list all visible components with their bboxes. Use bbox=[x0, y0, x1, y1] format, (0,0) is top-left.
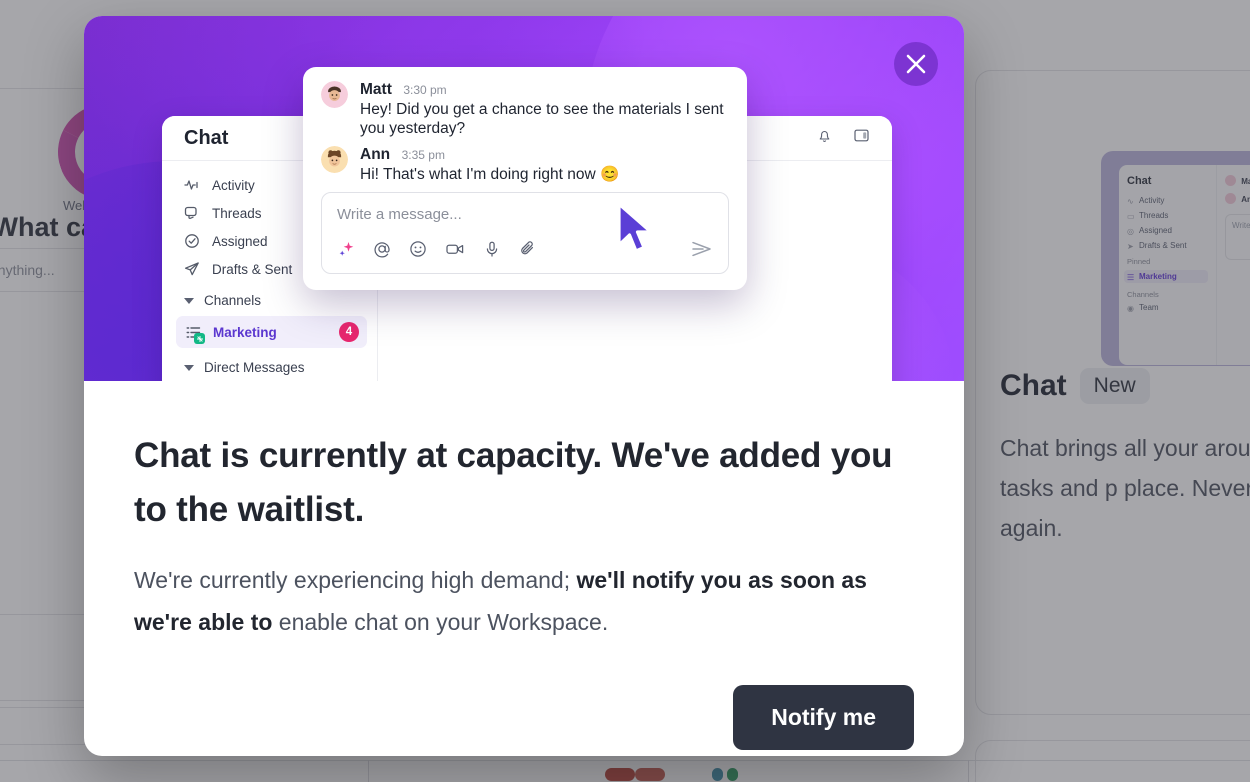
sidebar-item-label: Activity bbox=[212, 177, 255, 193]
sidebar-item-marketing[interactable]: Marketing 4 bbox=[176, 316, 367, 348]
activity-pulse-icon bbox=[184, 177, 200, 193]
modal-actions: Notify me bbox=[134, 685, 914, 750]
waitlist-modal: Chat Activity Threads Assigned Drafts & … bbox=[84, 16, 964, 756]
avatar bbox=[321, 146, 348, 173]
sidebar-item-label: Threads bbox=[212, 205, 262, 221]
emoji-icon[interactable] bbox=[409, 240, 427, 263]
modal-hero: Chat Activity Threads Assigned Drafts & … bbox=[84, 16, 964, 381]
bell-icon[interactable] bbox=[816, 127, 833, 149]
sidebar-group-direct-messages[interactable]: Direct Messages bbox=[162, 350, 377, 381]
chat-message-sender: Matt bbox=[360, 81, 392, 98]
chat-message-text: Hey! Did you get a chance to see the mat… bbox=[360, 101, 724, 137]
assigned-check-icon bbox=[184, 233, 200, 249]
modal-subtitle: We're currently experiencing high demand… bbox=[134, 559, 914, 643]
modal-body: Chat is currently at capacity. We've add… bbox=[84, 381, 964, 750]
sidebar-group-label: Direct Messages bbox=[204, 360, 305, 375]
channel-list-icon bbox=[184, 323, 205, 344]
sidebar-group-label: Channels bbox=[204, 293, 262, 308]
chevron-down-icon bbox=[184, 297, 194, 304]
float-message-head: Ann 3:35 pm bbox=[360, 146, 619, 164]
notify-me-button[interactable]: Notify me bbox=[733, 685, 914, 750]
modal-subtitle-part: We're currently experiencing high demand… bbox=[134, 567, 577, 593]
cursor-arrow-icon bbox=[612, 201, 658, 262]
microphone-icon[interactable] bbox=[483, 240, 501, 263]
float-message-head: Matt 3:30 pm bbox=[360, 81, 728, 99]
video-icon[interactable] bbox=[445, 240, 465, 263]
sidebar-item-label: Marketing bbox=[213, 324, 277, 340]
channel-sub-badge-icon bbox=[194, 333, 205, 344]
float-message-body: Matt 3:30 pm Hey! Did you get a chance t… bbox=[360, 81, 728, 138]
attachment-icon[interactable] bbox=[519, 240, 537, 263]
message-composer[interactable]: Write a message... bbox=[321, 192, 729, 274]
ai-sparkle-icon[interactable] bbox=[337, 240, 355, 263]
avatar bbox=[321, 81, 348, 108]
float-message-body: Ann 3:35 pm Hi! That's what I'm doing ri… bbox=[360, 146, 619, 184]
unread-badge: 4 bbox=[339, 322, 359, 342]
close-button[interactable] bbox=[894, 42, 938, 86]
send-plane-icon bbox=[184, 261, 200, 277]
modal-subtitle-part: enable chat on your Workspace. bbox=[272, 609, 609, 635]
send-icon[interactable] bbox=[691, 240, 713, 263]
float-message-row: Ann 3:35 pm Hi! That's what I'm doing ri… bbox=[321, 146, 729, 184]
chat-message-text: Hi! That's what I'm doing right now 😊 bbox=[360, 166, 620, 183]
chat-message-time: 3:35 pm bbox=[401, 148, 445, 162]
page-root: Welcome What can I anything... allow yo … bbox=[0, 0, 1250, 782]
chevron-down-icon bbox=[184, 364, 194, 371]
float-message-row: Matt 3:30 pm Hey! Did you get a chance t… bbox=[321, 81, 729, 138]
chat-message-sender: Ann bbox=[360, 146, 391, 163]
panel-toggle-icon[interactable] bbox=[853, 127, 870, 149]
sidebar-item-label: Drafts & Sent bbox=[212, 261, 293, 277]
threads-icon bbox=[184, 205, 200, 221]
close-icon bbox=[906, 54, 926, 74]
floating-message-card: Matt 3:30 pm Hey! Did you get a chance t… bbox=[303, 67, 747, 290]
sidebar-item-label: Assigned bbox=[212, 233, 268, 249]
chat-message-time: 3:30 pm bbox=[403, 83, 447, 97]
modal-title: Chat is currently at capacity. We've add… bbox=[134, 436, 893, 529]
mention-icon[interactable] bbox=[373, 240, 391, 263]
